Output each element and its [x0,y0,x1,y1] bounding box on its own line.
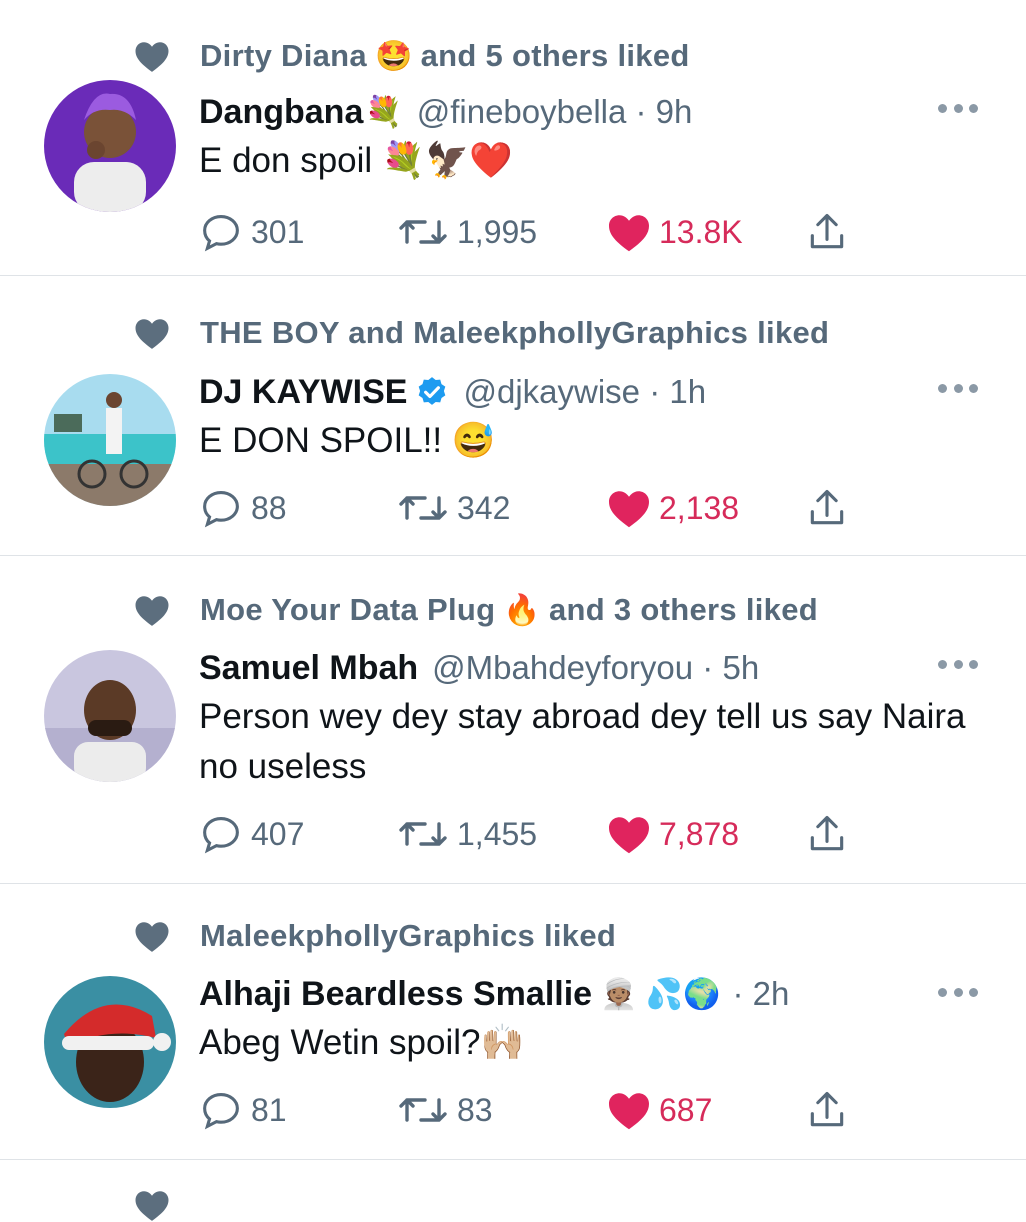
social-context: MaleekphollyGraphics liked [134,908,616,964]
author-handle[interactable]: @Mbahdeyforyou · 5h [432,649,759,687]
retweet-count: 1,995 [457,213,538,250]
author-name[interactable]: Dangbana [199,93,363,132]
reply-icon [203,1092,239,1130]
heart-icon [135,42,169,72]
share-icon [810,815,844,851]
retweet-icon [399,1098,447,1122]
like-count: 7,878 [659,815,740,852]
social-context: THE BOY and MaleekphollyGraphics liked [134,305,829,361]
reply-icon [203,490,239,528]
share-button[interactable] [805,204,857,260]
share-icon [810,213,844,249]
reply-count: 81 [251,1091,287,1128]
author-name[interactable]: DJ KAYWISE [199,373,407,412]
like-count: 2,138 [659,489,740,526]
like-count: 13.8K [659,213,743,250]
retweet-button[interactable]: 342 [397,480,510,536]
retweet-count: 83 [457,1091,493,1128]
verified-badge-icon [419,377,446,405]
author-name-emoji: 👳🏽 💦🌍 [600,977,721,1011]
avatar[interactable] [44,80,176,212]
social-context-text[interactable]: MaleekphollyGraphics liked [200,918,616,954]
tweet-text: Person wey dey stay abroad dey tell us s… [199,697,966,786]
tweet-text: E DON SPOIL!! 😅 [199,421,496,460]
heart-icon [135,319,169,349]
author-handle[interactable]: · 2h [732,975,789,1013]
heart-filled-icon [609,491,649,528]
like-button[interactable]: 687 [607,1082,712,1138]
retweet-count: 1,455 [457,815,538,852]
like-button[interactable]: 2,138 [607,480,739,536]
author-handle[interactable]: @fineboybella · 9h [417,93,693,131]
more-options-icon[interactable] [938,378,978,398]
reply-count: 407 [251,815,305,852]
retweet-button[interactable]: 83 [397,1082,493,1138]
avatar[interactable] [44,650,176,782]
retweet-button[interactable]: 1,995 [397,204,537,260]
reply-button[interactable]: 88 [199,480,287,536]
retweet-count: 342 [457,489,511,526]
reply-button[interactable]: 81 [199,1082,287,1138]
reply-count: 88 [251,489,287,526]
social-context: Moe Your Data Plug 🔥 and 3 others liked [134,582,818,638]
avatar[interactable] [44,374,176,506]
share-icon [810,489,844,525]
social-context: Dirty Diana 🤩 and 5 others liked [134,28,690,84]
retweet-icon [399,822,447,846]
retweet-icon [399,220,447,244]
more-options-icon[interactable] [938,98,978,118]
share-button[interactable] [805,806,857,862]
author-name-emoji: 💐 [365,95,403,129]
social-context-text[interactable]: THE BOY and MaleekphollyGraphics liked [200,315,829,351]
reply-button[interactable]: 301 [199,204,304,260]
tweet-card[interactable]: Dirty Diana 🤩 and 5 others liked Dangbana … [0,0,1026,276]
heart-filled-icon [609,215,649,252]
retweet-button[interactable]: 1,455 [397,806,537,862]
tweet-card[interactable]: THE BOY and MaleekphollyGraphics liked D… [0,280,1026,556]
like-button[interactable]: 13.8K [607,204,743,260]
share-button[interactable] [805,1082,857,1138]
social-context-text[interactable]: Moe Your Data Plug 🔥 and 3 others liked [200,592,818,628]
like-count: 687 [659,1091,713,1128]
avatar[interactable] [44,976,176,1108]
like-button[interactable]: 7,878 [607,806,739,862]
social-context-text[interactable]: Dirty Diana 🤩 and 5 others liked [200,38,690,74]
reply-icon [203,214,239,252]
heart-icon [135,922,169,952]
heart-filled-icon [609,1093,649,1130]
tweet-text: Abeg Wetin spoil?🙌🏼 [199,1023,525,1062]
heart-icon [135,1191,169,1221]
share-button[interactable] [805,480,857,536]
author-name[interactable]: Alhaji Beardless Smallie [199,975,592,1014]
more-options-icon[interactable] [938,654,978,674]
tweet-card[interactable]: MaleekphollyGraphics liked Alhaji Beardl… [0,884,1026,1160]
tweet-card[interactable]: Moe Your Data Plug 🔥 and 3 others liked Sa… [0,556,1026,884]
heart-icon [135,596,169,626]
tweet-text: E don spoil 💐🦅❤️ [199,141,513,180]
reply-icon [203,816,239,854]
reply-button[interactable]: 407 [199,806,304,862]
retweet-icon [399,496,447,520]
heart-filled-icon [609,817,649,854]
more-options-icon[interactable] [938,982,978,1002]
share-icon [810,1091,844,1127]
reply-count: 301 [251,213,305,250]
author-name[interactable]: Samuel Mbah [199,649,418,688]
author-handle[interactable]: @djkaywise · 1h [463,373,706,411]
